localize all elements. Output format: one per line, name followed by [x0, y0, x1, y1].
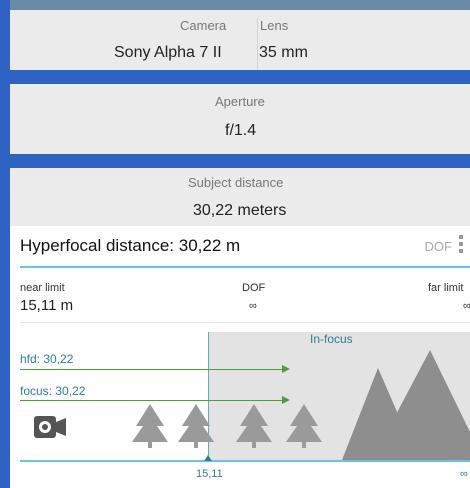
hfd-label: hfd: 30,22	[20, 352, 74, 366]
subject-distance-value[interactable]: 30,22 meters	[193, 202, 286, 220]
hfd-arrow-line	[20, 369, 282, 370]
divider	[257, 18, 258, 70]
camera-icon	[34, 416, 66, 438]
dof-value: ∞	[249, 300, 257, 312]
near-tick-icon	[204, 455, 212, 461]
mountains-and-trees	[132, 350, 470, 460]
tree-icons	[132, 404, 322, 448]
distance-axis	[20, 460, 470, 462]
far-limit-label: far limit	[428, 282, 464, 294]
result-panel: Hyperfocal distance: 30,22 m DOF near li…	[10, 226, 470, 488]
focus-arrow-icon	[282, 396, 290, 404]
hyperfocal-title: Hyperfocal distance: 30,22 m	[20, 236, 241, 255]
camera-label: Camera	[180, 18, 227, 33]
accent-divider	[20, 266, 470, 268]
subject-distance-panel[interactable]: Subject distance 30,22 meters	[10, 168, 470, 226]
camera-lens-panel: Camera Sony Alpha 7 II Lens 35 mm	[10, 10, 470, 70]
far-limit-value: ∞	[463, 300, 470, 312]
near-limit-label: near limit	[20, 282, 65, 294]
overflow-menu-icon[interactable]	[459, 235, 464, 257]
dof-label: DOF	[242, 282, 266, 294]
side-edge	[0, 0, 10, 488]
camera-select[interactable]: Sony Alpha 7 II	[114, 44, 222, 62]
dof-button[interactable]: DOF	[425, 239, 452, 254]
far-tick-label: ∞	[460, 468, 468, 480]
near-tick-label: 15,11	[196, 468, 223, 480]
subject-distance-label: Subject distance	[188, 175, 284, 190]
aperture-label: Aperture	[215, 94, 265, 109]
hfd-arrow-icon	[282, 365, 290, 373]
focus-diagram: In-focus hfd: 30,22 focus: 30,22	[20, 332, 470, 460]
app-bar	[0, 0, 470, 10]
aperture-value[interactable]: f/1.4	[225, 122, 256, 140]
limits-divider	[20, 322, 470, 323]
focus-arrow-line	[20, 400, 282, 401]
lens-select[interactable]: 35 mm	[259, 44, 308, 62]
near-limit-value: 15,11 m	[20, 297, 74, 314]
focus-label: focus: 30,22	[20, 384, 86, 398]
lens-label: Lens	[260, 18, 289, 33]
aperture-panel[interactable]: Aperture f/1.4	[10, 84, 470, 154]
